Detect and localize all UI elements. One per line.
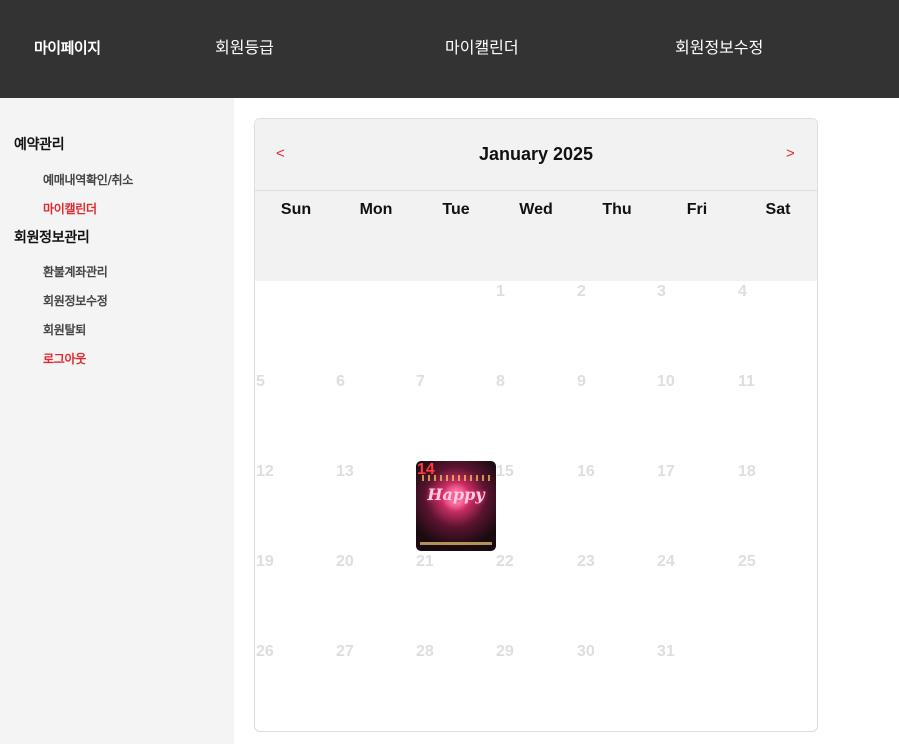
calendar-day[interactable]: 18 (738, 463, 756, 481)
weekday-tue: Tue (442, 201, 470, 218)
calendar-day[interactable]: 12 (256, 463, 274, 481)
calendar-day[interactable]: 25 (738, 553, 756, 571)
calendar-day[interactable]: 5 (256, 373, 265, 391)
sidebar-item-withdraw[interactable]: 회원탈퇴 (43, 321, 86, 338)
calendar-day[interactable]: 28 (416, 643, 434, 661)
calendar-day[interactable]: 1 (496, 283, 505, 301)
calendar-day[interactable]: 26 (256, 643, 274, 661)
calendar-day[interactable]: 8 (496, 373, 505, 391)
weekday-mon: Mon (359, 201, 393, 218)
weekday-wed: Wed (519, 201, 553, 218)
sidebar-item-logout[interactable]: 로그아웃 (43, 350, 86, 367)
calendar-day[interactable]: 27 (336, 643, 354, 661)
sidebar-group-reservation: 예약관리 (14, 137, 65, 153)
calendar-day[interactable]: 9 (577, 373, 586, 391)
poster-title: Happy (427, 485, 485, 504)
calendar-day[interactable]: 16 (577, 463, 595, 481)
event-day-number: 14 (417, 461, 435, 478)
calendar-divider (255, 190, 817, 191)
calendar-day[interactable]: 29 (496, 643, 514, 661)
calendar: < January 2025 > Sun Mon Tue Wed Thu Fri… (254, 118, 818, 732)
calendar-day[interactable]: 23 (577, 553, 595, 571)
nav-mypage[interactable]: 마이페이지 (34, 38, 101, 58)
sidebar-item-edit-member-info[interactable]: 회원정보수정 (43, 292, 108, 309)
calendar-day[interactable]: 22 (496, 553, 514, 571)
top-navigation-bar: 마이페이지 회원등급 마이캘린더 회원정보수정 (0, 0, 899, 98)
calendar-day[interactable]: 4 (738, 283, 747, 301)
sidebar-item-booking-history[interactable]: 예매내역확인/취소 (43, 171, 133, 188)
weekday-thu: Thu (602, 201, 632, 218)
calendar-day[interactable]: 6 (336, 373, 345, 391)
calendar-day[interactable]: 10 (657, 373, 675, 391)
sidebar-item-my-calendar[interactable]: 마이캘린더 (43, 200, 97, 217)
calendar-day[interactable]: 19 (256, 553, 274, 571)
calendar-day[interactable]: 15 (496, 463, 514, 481)
calendar-day[interactable]: 7 (416, 373, 425, 391)
next-month-button[interactable]: > (786, 145, 795, 163)
calendar-day[interactable]: 21 (416, 553, 434, 571)
nav-member-grade[interactable]: 회원등급 (215, 38, 274, 58)
event-poster-image[interactable]: Happy 14 (416, 461, 496, 551)
sidebar-item-refund-account[interactable]: 환불계좌관리 (43, 263, 108, 280)
calendar-day[interactable]: 3 (657, 283, 666, 301)
calendar-day[interactable]: 30 (577, 643, 595, 661)
sidebar: 예약관리 예매내역확인/취소 마이캘린더 회원정보관리 환불계좌관리 회원정보수… (0, 98, 234, 744)
month-title: January 2025 (478, 144, 594, 164)
weekday-fri: Fri (686, 201, 708, 218)
calendar-day[interactable]: 17 (657, 463, 675, 481)
nav-edit-member-info[interactable]: 회원정보수정 (675, 38, 763, 58)
poster-footer (420, 542, 492, 545)
nav-my-calendar[interactable]: 마이캘린더 (445, 38, 519, 58)
calendar-day[interactable]: 24 (657, 553, 675, 571)
calendar-day[interactable]: 31 (657, 643, 675, 661)
weekday-sun: Sun (280, 201, 312, 218)
sidebar-group-member-info: 회원정보관리 (14, 230, 90, 246)
calendar-day[interactable]: 20 (336, 553, 354, 571)
weekday-sat: Sat (765, 201, 791, 218)
calendar-day[interactable]: 2 (577, 283, 586, 301)
calendar-day[interactable]: 11 (738, 373, 755, 391)
calendar-day[interactable]: 13 (336, 463, 354, 481)
